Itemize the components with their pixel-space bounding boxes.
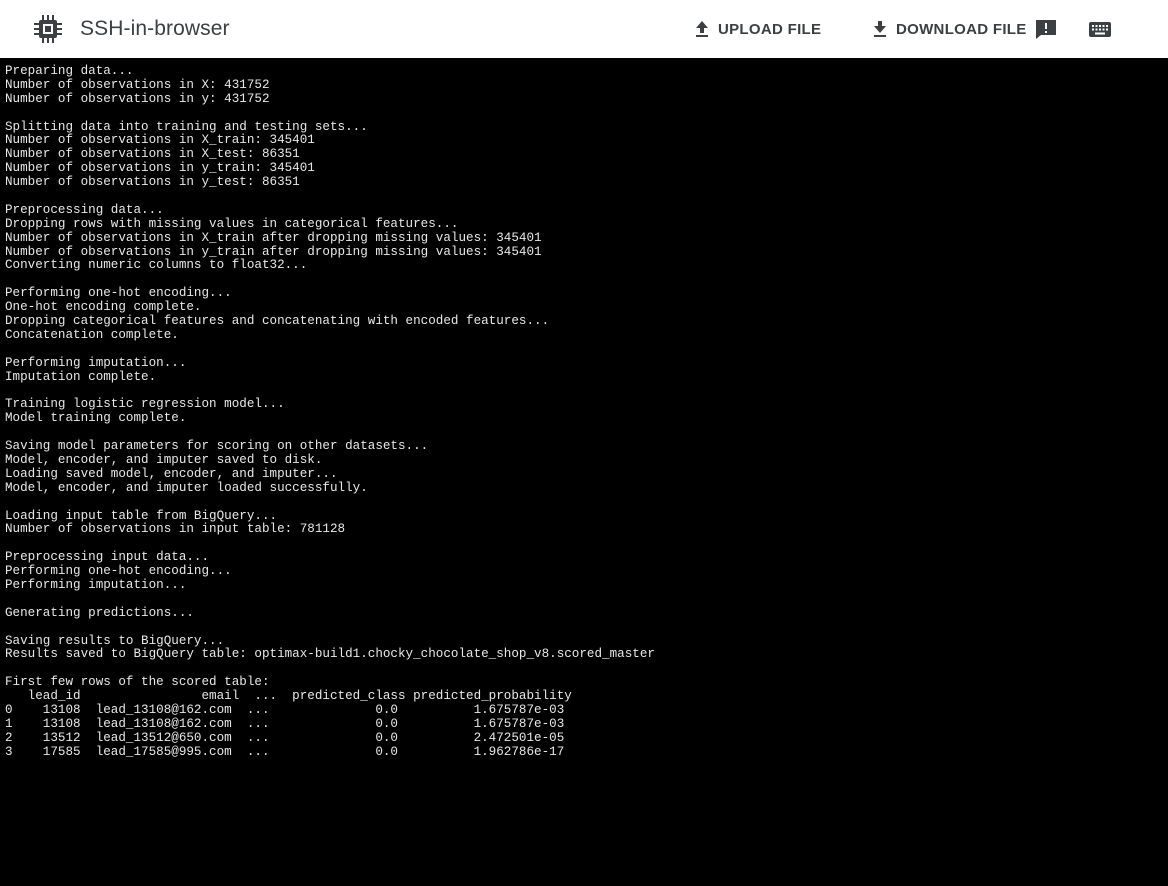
terminal-line: Model training complete.	[5, 411, 187, 426]
terminal-line: Performing one-hot encoding...	[5, 286, 232, 301]
terminal-line: One-hot encoding complete.	[5, 300, 202, 315]
upload-icon	[696, 21, 708, 37]
terminal-line: Model, encoder, and imputer saved to dis…	[5, 452, 323, 467]
terminal-line: Imputation complete.	[5, 369, 157, 384]
terminal-line: Preprocessing data...	[5, 202, 164, 217]
chip-icon	[34, 15, 62, 43]
app-header: SSH-in-browser UPLOAD FILE DOWNLOAD FILE	[0, 0, 1168, 58]
terminal-line: Performing one-hot encoding...	[5, 564, 232, 579]
terminal-line: 2 13512 lead_13512@650.com ... 0.0 2.472…	[5, 730, 565, 745]
terminal-line: Converting numeric columns to float32...	[5, 258, 308, 273]
terminal-line: Performing imputation...	[5, 355, 187, 370]
terminal-line: Loading saved model, encoder, and impute…	[5, 466, 338, 481]
terminal-line: Number of observations in y: 431752	[5, 91, 270, 106]
upload-file-button[interactable]: UPLOAD FILE	[694, 20, 821, 38]
download-file-label: DOWNLOAD FILE	[896, 20, 1027, 38]
terminal-line: Number of observations in y_train: 34540…	[5, 161, 315, 176]
terminal-line: 1 13108 lead_13108@162.com ... 0.0 1.675…	[5, 716, 565, 731]
terminal-line: Loading input table from BigQuery...	[5, 508, 278, 523]
terminal-line: Concatenation complete.	[5, 327, 179, 342]
brand: SSH-in-browser	[33, 14, 230, 44]
terminal-line: Preprocessing input data...	[5, 550, 210, 565]
download-file-button[interactable]: DOWNLOAD FILE	[872, 20, 1027, 38]
terminal-line: Saving model parameters for scoring on o…	[5, 439, 429, 454]
terminal-line: Model, encoder, and imputer loaded succe…	[5, 480, 368, 495]
keyboard-icon[interactable]	[1088, 19, 1112, 40]
terminal-line: Performing imputation...	[5, 577, 187, 592]
upload-file-label: UPLOAD FILE	[718, 20, 822, 38]
terminal-line: 3 17585 lead_17585@995.com ... 0.0 1.962…	[5, 744, 565, 759]
terminal-line: Number of observations in X_test: 86351	[5, 147, 300, 162]
terminal-line: Training logistic regression model...	[5, 397, 285, 412]
terminal-line: First few rows of the scored table:	[5, 675, 270, 690]
terminal-line: Number of observations in y_test: 86351	[5, 175, 300, 190]
terminal-line: Splitting data into training and testing…	[5, 119, 368, 134]
app-title: SSH-in-browser	[80, 17, 230, 40]
terminal-line: 0 13108 lead_13108@162.com ... 0.0 1.675…	[5, 702, 565, 717]
terminal-output[interactable]: Preparing data... Number of observations …	[0, 58, 1168, 886]
terminal-line: Number of observations in X: 431752	[5, 77, 270, 92]
terminal-line: Number of observations in X_train: 34540…	[5, 133, 315, 148]
terminal-line: Preparing data...	[5, 64, 134, 78]
terminal-line: Dropping rows with missing values in cat…	[5, 216, 459, 231]
terminal-line: Number of observations in input table: 7…	[5, 522, 346, 537]
download-icon	[874, 21, 886, 37]
terminal-line: lead_id email ... predicted_class predic…	[5, 689, 572, 704]
terminal-line: Saving results to BigQuery...	[5, 633, 225, 648]
terminal-line: Dropping categorical features and concat…	[5, 314, 550, 329]
terminal-line: Number of observations in y_train after …	[5, 244, 542, 259]
feedback-icon[interactable]	[1035, 19, 1057, 40]
terminal-line: Number of observations in X_train after …	[5, 230, 542, 245]
terminal-line: Generating predictions...	[5, 605, 194, 620]
terminal-line: Results saved to BigQuery table: optimax…	[5, 647, 655, 662]
